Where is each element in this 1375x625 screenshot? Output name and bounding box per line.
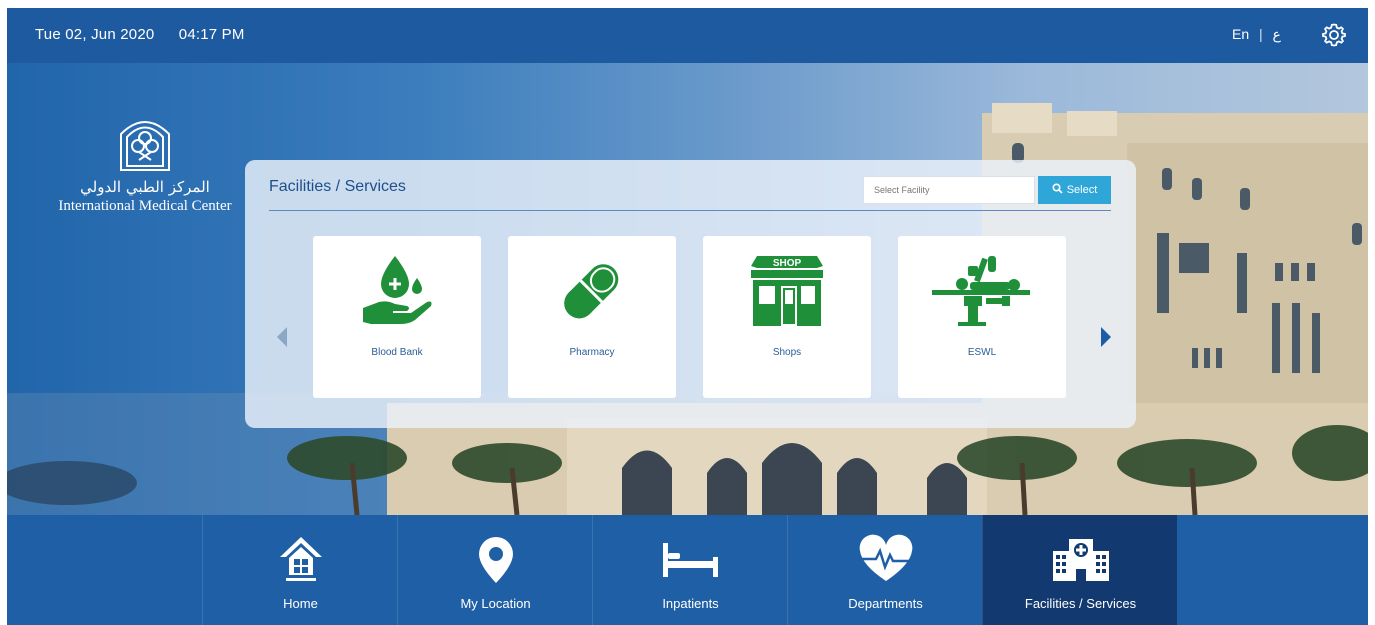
shop-icon: SHOP — [751, 256, 823, 326]
blood-donation-icon — [363, 256, 432, 324]
settings-gear-icon[interactable] — [1320, 21, 1348, 49]
nav-item-departments[interactable]: Departments — [787, 515, 982, 625]
language-arabic[interactable]: ع — [1273, 26, 1281, 43]
nav-label: Inpatients — [662, 596, 719, 611]
nav-label: Departments — [848, 596, 923, 611]
capsule-icon — [564, 264, 619, 319]
nav-item-my-location[interactable]: My Location — [397, 515, 592, 625]
select-button-label: Select — [1066, 184, 1098, 196]
nav-label: Facilities / Services — [1024, 596, 1137, 611]
language-separator: | — [1259, 26, 1263, 42]
logo-english-name: International Medical Center — [58, 198, 232, 214]
clover-logo-icon — [120, 121, 170, 171]
facility-card-eswl[interactable]: ESWL — [898, 236, 1066, 398]
nav-item-home[interactable]: Home — [202, 515, 397, 625]
nav-item-inpatients[interactable]: Inpatients — [592, 515, 787, 625]
nav-label: My Location — [460, 596, 531, 611]
carousel-prev-arrow-icon[interactable] — [273, 325, 291, 349]
date-time: Tue 02, Jun 2020 04:17 PM — [35, 26, 245, 43]
facility-card-blood-bank[interactable]: Blood Bank — [313, 236, 481, 398]
card-label: Blood Bank — [371, 347, 423, 358]
app-window: Tue 02, Jun 2020 04:17 PM En | ع المركز … — [7, 8, 1368, 625]
bottom-nav: Home My Location Inpatients Departments … — [7, 515, 1368, 625]
shop-badge-text: SHOP — [773, 258, 802, 269]
panel-divider — [269, 210, 1111, 211]
location-pin-icon — [478, 537, 513, 583]
language-english[interactable]: En — [1232, 26, 1249, 42]
facility-card-shops[interactable]: SHOP Shops — [703, 236, 871, 398]
logo-arabic-name: المركز الطبي الدولي — [80, 178, 210, 196]
heart-pulse-icon — [859, 534, 912, 581]
search-icon — [1052, 183, 1063, 197]
bed-icon — [662, 543, 718, 577]
hero-background: المركز الطبي الدولي International Medica… — [7, 63, 1368, 515]
nav-label: Home — [283, 596, 318, 611]
carousel-next-arrow-icon[interactable] — [1097, 325, 1115, 349]
language-switcher: En | ع — [1232, 26, 1281, 43]
time-label: 04:17 PM — [178, 26, 245, 43]
facility-search-input[interactable] — [863, 176, 1035, 204]
top-bar: Tue 02, Jun 2020 04:17 PM En | ع — [7, 8, 1368, 63]
card-label: Pharmacy — [569, 347, 615, 358]
hospital-logo: المركز الطبي الدولي International Medica… — [45, 108, 245, 215]
card-label: Shops — [772, 347, 802, 358]
nav-item-facilities-services[interactable]: Facilities / Services — [982, 515, 1177, 625]
lithotripsy-machine-icon — [932, 256, 1030, 326]
date-label: Tue 02, Jun 2020 — [35, 26, 155, 43]
select-button[interactable]: Select — [1038, 176, 1111, 204]
facility-card-pharmacy[interactable]: Pharmacy — [508, 236, 676, 398]
panel-title: Facilities / Services — [269, 178, 406, 195]
hospital-icon — [1052, 539, 1109, 581]
facilities-panel: Facilities / Services Select Facility Se… — [245, 160, 1136, 428]
card-label: ESWL — [967, 347, 997, 358]
home-icon — [279, 537, 322, 581]
